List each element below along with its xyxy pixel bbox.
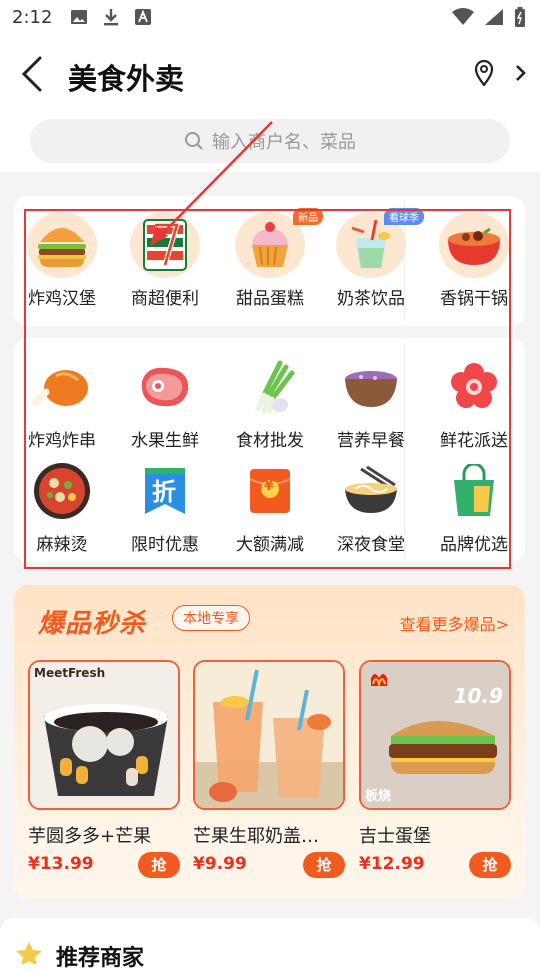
grab-button[interactable]: 抢: [138, 852, 180, 878]
product-card[interactable]: MeetFresh 芋圆多多+芒果 ¥13.99 抢: [28, 660, 180, 878]
signal-icon: [485, 9, 503, 25]
battery-icon: [515, 7, 525, 27]
search-input[interactable]: 输入商户名、菜品: [30, 119, 510, 163]
product-name: 吉士蛋堡: [359, 826, 431, 847]
image-icon: [71, 10, 87, 24]
recommend-title: 推荐商家: [56, 946, 145, 971]
ad-price: 10.9: [453, 684, 503, 708]
status-time: 2:12: [12, 7, 53, 28]
text-icon: [135, 9, 151, 25]
ad-text: 板烧: [365, 789, 392, 804]
product-image: 10.9 板烧: [359, 660, 511, 810]
local-exclusive-tag: 本地专享: [172, 605, 250, 631]
flash-sale-title: 爆品秒杀: [38, 609, 147, 639]
product-name: 芒果生耶奶盖…: [193, 826, 319, 847]
product-card[interactable]: 10.9 板烧 吉士蛋堡 ¥12.99 抢: [359, 660, 511, 878]
download-icon: [104, 9, 118, 26]
product-image: [193, 660, 345, 810]
grab-button[interactable]: 抢: [469, 852, 511, 878]
wifi-icon: [452, 8, 474, 25]
search-placeholder: 输入商户名、菜品: [212, 132, 356, 153]
product-image: MeetFresh: [28, 660, 180, 810]
grab-button[interactable]: 抢: [303, 852, 345, 878]
back-icon[interactable]: [18, 54, 48, 94]
chevron-right-icon[interactable]: [514, 64, 526, 82]
product-card[interactable]: 芒果生耶奶盖… ¥9.99 抢: [193, 660, 345, 878]
search-icon: [185, 132, 203, 150]
header: 美食外卖: [0, 36, 540, 112]
see-more-link[interactable]: 查看更多爆品>: [400, 611, 509, 635]
page-title: 美食外卖: [68, 62, 185, 96]
highlight-box: [24, 209, 511, 569]
status-bar: 2:12: [0, 0, 540, 36]
recommend-section: 推荐商家: [0, 918, 540, 971]
brand-logo: MeetFresh: [34, 666, 106, 680]
product-name: 芋圆多多+芒果: [28, 826, 152, 847]
location-icon[interactable]: [474, 60, 494, 86]
star-icon: [16, 942, 42, 964]
